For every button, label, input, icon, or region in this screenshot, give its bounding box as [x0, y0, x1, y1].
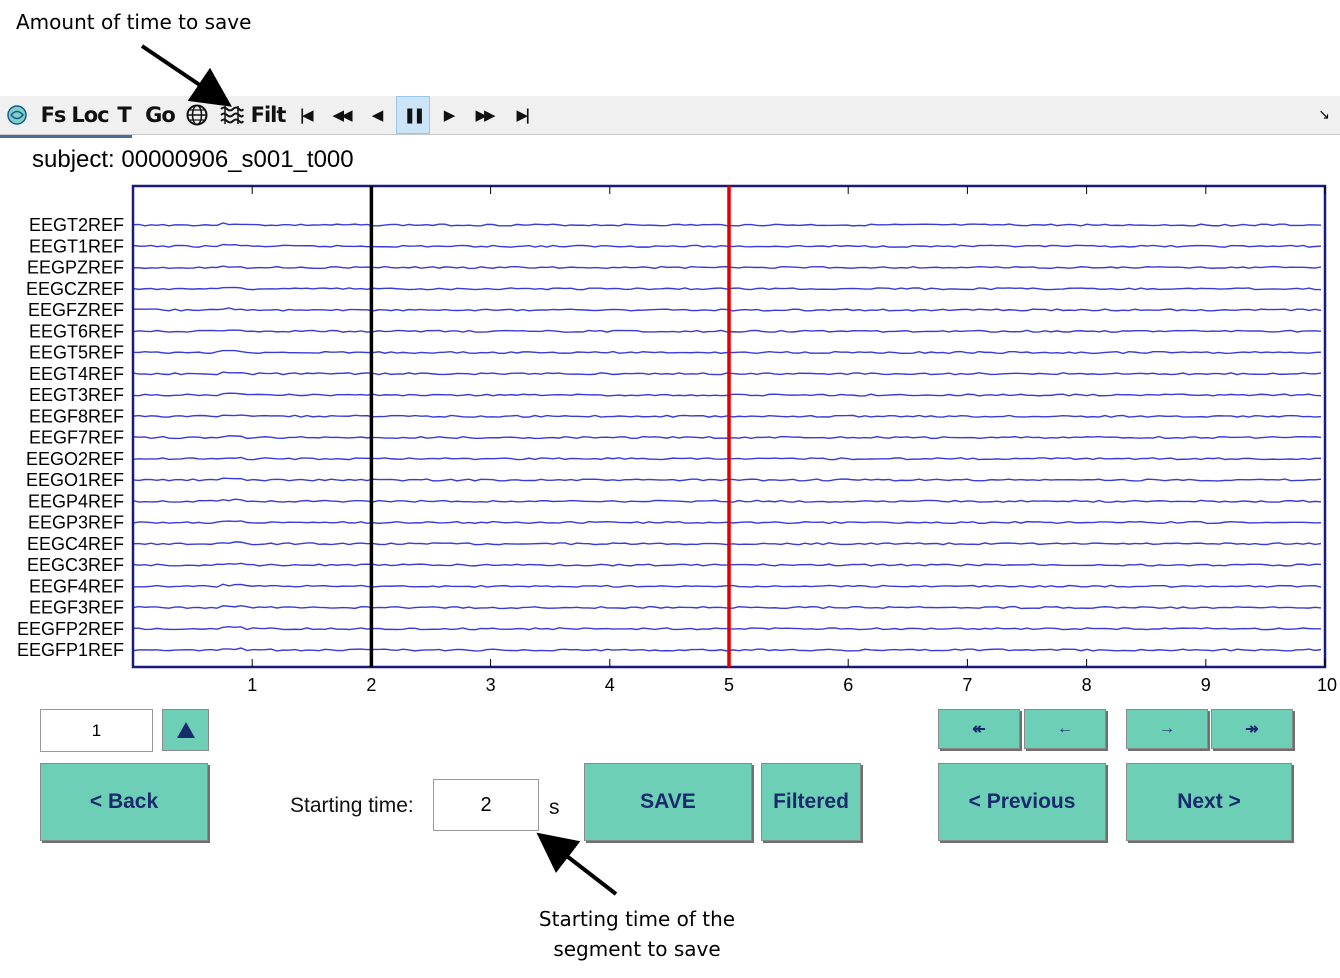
x-tick-label: 6 [843, 675, 853, 695]
channel-label: EEGFP2REF [17, 619, 124, 639]
starting-time-unit: s [549, 796, 560, 819]
channel-label: EEGP3REF [28, 513, 124, 533]
step-left-button[interactable]: ← [1024, 709, 1106, 749]
channel-label: EEGFP1REF [17, 640, 124, 660]
corner-arrow-icon[interactable]: ↘ [1318, 106, 1330, 123]
eeg-trace [132, 647, 1322, 652]
eeg-trace [132, 520, 1322, 525]
subject-value: 00000906_s001_t000 [121, 146, 354, 173]
eeg-trace [132, 392, 1322, 397]
page-number-value: 1 [91, 720, 102, 740]
eeg-trace [132, 349, 1322, 355]
subject-line: subject: 00000906_s001_t000 [32, 146, 354, 174]
channel-label: EEGF8REF [29, 406, 124, 426]
save-button[interactable]: SAVE [584, 763, 752, 841]
t-button[interactable]: T [113, 96, 135, 134]
next-button[interactable]: Next > [1126, 763, 1292, 841]
eeg-trace [132, 414, 1322, 418]
eeg-trace [132, 541, 1322, 546]
channel-label: EEGO2REF [26, 449, 124, 469]
x-tick-label: 5 [724, 675, 734, 695]
eeg-trace [132, 456, 1322, 461]
eeg-plot[interactable]: EEGT2REFEEGT1REFEEGPZREFEEGCZREFEEGFZREF… [0, 180, 1340, 710]
rewind-icon[interactable]: ◀◀ [325, 96, 357, 134]
channel-label: EEGF7REF [29, 428, 124, 448]
x-tick-label: 9 [1201, 675, 1211, 695]
channel-label: EEGPZREF [27, 258, 124, 278]
x-tick-label: 4 [605, 675, 615, 695]
annotation-amount-of-time: Amount of time to save [16, 10, 252, 34]
toolbar-underline [0, 135, 132, 138]
channel-label: EEGP4REF [28, 491, 124, 511]
eeg-trace [132, 562, 1322, 567]
channel-label: EEGT3REF [29, 385, 124, 405]
first-icon[interactable]: |◀ [292, 96, 318, 134]
x-tick-label: 3 [486, 675, 496, 695]
eeg-trace [132, 604, 1322, 610]
eeg-trace [132, 243, 1322, 248]
annotation-starting-time: Starting time of the segment to save [520, 904, 754, 964]
x-tick-label: 2 [366, 675, 376, 695]
triangle-up-icon [176, 722, 195, 738]
loc-button[interactable]: Loc [71, 96, 109, 134]
jump-end-button[interactable]: ↠ [1211, 709, 1293, 749]
channel-label: EEGF4REF [29, 576, 124, 596]
channel-label: EEGCZREF [26, 279, 124, 299]
eeg-trace [132, 626, 1322, 631]
toolbar: Fs Loc T Go Filt |◀ ◀◀ ◀ ❚❚ ▶ ▶▶ ▶| ↘ [0, 96, 1340, 135]
eeg-trace [132, 222, 1322, 227]
channel-label: EEGT2REF [29, 215, 124, 235]
step-back-icon[interactable]: ◀ [364, 96, 388, 134]
channel-label: EEGF3REF [29, 598, 124, 618]
eeg-trace [132, 329, 1322, 333]
page-up-button[interactable] [162, 709, 209, 751]
channel-label: EEGC4REF [27, 534, 124, 554]
starting-time-label: Starting time: [290, 794, 414, 817]
arrow-to-starting-time [536, 832, 618, 896]
waves-icon[interactable] [218, 96, 246, 134]
fs-button[interactable]: Fs [38, 96, 68, 134]
channel-label: EEGT1REF [29, 236, 124, 256]
x-tick-label: 1 [247, 675, 257, 695]
eeg-trace [132, 498, 1322, 503]
play-icon[interactable]: ▶ [436, 96, 460, 134]
go-button[interactable]: Go [145, 96, 176, 134]
eeg-trace [132, 307, 1322, 312]
channel-label: EEGT6REF [29, 321, 124, 341]
eeg-trace [132, 477, 1322, 482]
x-tick-label: 8 [1082, 675, 1092, 695]
filtered-button[interactable]: Filtered [761, 763, 861, 841]
annotation-line-2: segment to save [553, 937, 721, 961]
starting-time-input[interactable]: 2 [433, 779, 539, 831]
channel-label: EEGT4REF [29, 364, 124, 384]
filt-button[interactable]: Filt [251, 96, 287, 134]
page-number-field[interactable]: 1 [40, 709, 153, 752]
previous-button[interactable]: < Previous [938, 763, 1106, 841]
x-tick-label: 7 [962, 675, 972, 695]
subject-label: subject: [32, 146, 115, 173]
eeg-trace [132, 583, 1322, 588]
last-icon[interactable]: ▶| [509, 96, 535, 134]
eeg-trace [132, 435, 1322, 440]
brain-icon[interactable] [4, 96, 30, 134]
channel-label: EEGO1REF [26, 470, 124, 490]
x-tick-label: 10 [1317, 675, 1337, 695]
globe-icon[interactable] [184, 96, 210, 134]
eeg-trace [132, 286, 1322, 291]
channel-label: EEGT5REF [29, 343, 124, 363]
pause-icon[interactable]: ❚❚ [396, 96, 430, 134]
eeg-trace [132, 371, 1322, 376]
channel-label: EEGC3REF [27, 555, 124, 575]
jump-start-button[interactable]: ↞ [938, 709, 1020, 749]
starting-time-value: 2 [480, 793, 492, 816]
channel-label: EEGFZREF [28, 300, 124, 320]
eeg-trace [132, 265, 1322, 270]
step-right-button[interactable]: → [1126, 709, 1208, 749]
fast-forward-icon[interactable]: ▶▶ [467, 96, 501, 134]
back-button[interactable]: < Back [40, 763, 208, 841]
arrow-to-waves-icon [140, 44, 232, 107]
annotation-line-1: Starting time of the [538, 907, 736, 931]
